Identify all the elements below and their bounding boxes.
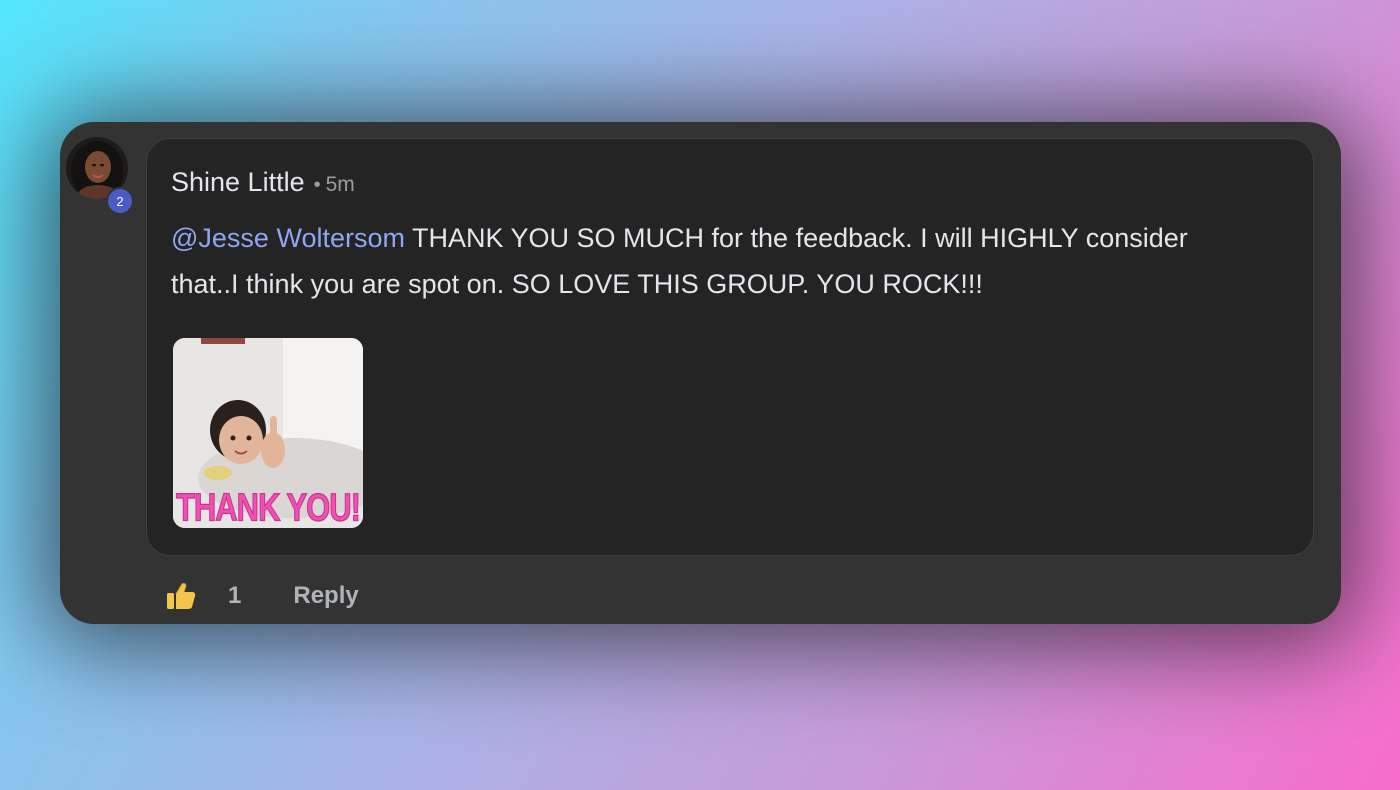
- author-name[interactable]: Shine Little: [171, 167, 305, 198]
- comment-text: @Jesse Woltersom THANK YOU SO MUCH for t…: [171, 215, 1251, 307]
- avatar-badge: 2: [106, 187, 134, 215]
- thumbs-up-icon[interactable]: [164, 579, 198, 613]
- separator-dot: •: [313, 174, 321, 196]
- comment-bubble: Shine Little • 5m @Jesse Woltersom THANK…: [146, 138, 1314, 556]
- gif-caption: THANK YOU!: [175, 485, 361, 528]
- mention-link[interactable]: @Jesse Woltersom: [171, 223, 405, 253]
- gif-attachment[interactable]: THANK YOU!: [173, 338, 363, 528]
- comment-actions: 1 Reply: [164, 574, 359, 618]
- like-count[interactable]: 1: [228, 582, 241, 610]
- comment-card: 2 Shine Little • 5m @Jesse Woltersom THA…: [60, 122, 1341, 624]
- comment-header: Shine Little • 5m: [171, 167, 355, 198]
- reply-button[interactable]: Reply: [293, 582, 358, 610]
- avatar[interactable]: 2: [66, 137, 134, 215]
- timestamp[interactable]: 5m: [326, 173, 355, 197]
